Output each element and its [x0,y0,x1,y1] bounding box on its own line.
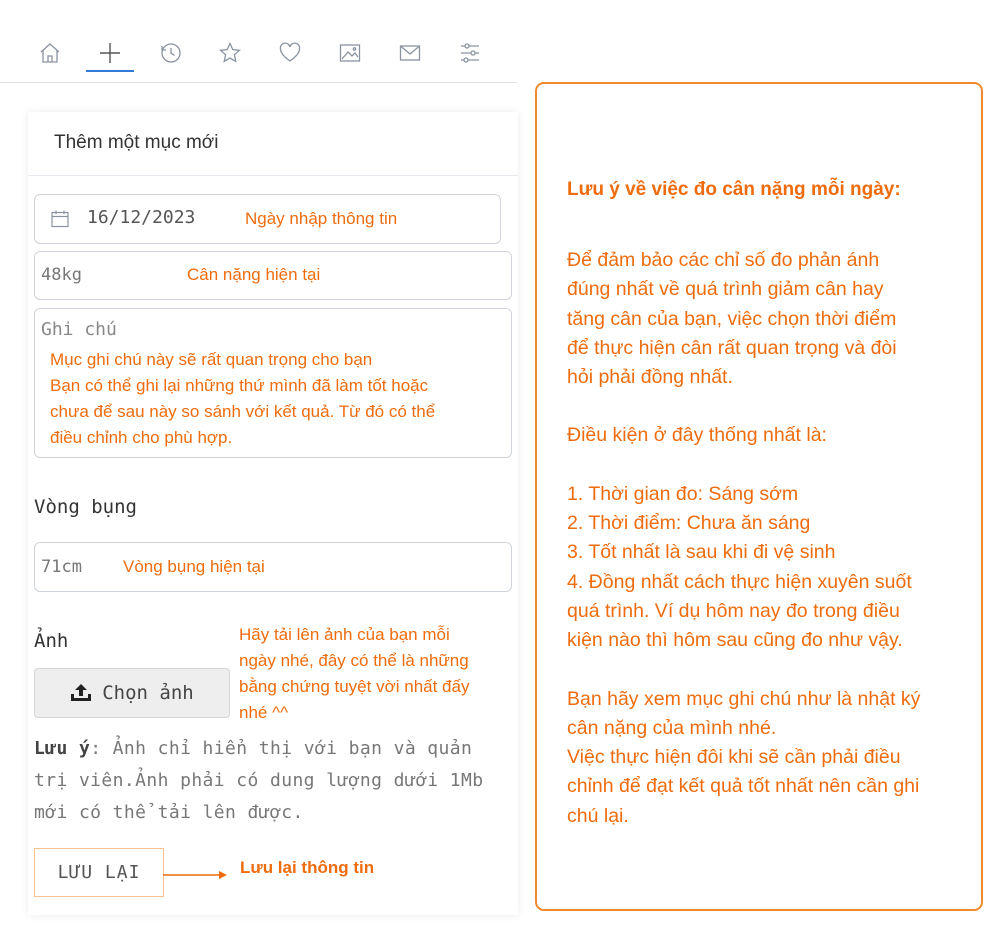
mail-icon[interactable] [395,38,425,68]
photo-annotation-line: Hãy tải lên ảnh của bạn mỗi [239,625,450,644]
tips-title: Lưu ý về việc đo cân nặng mỗi ngày: [567,179,901,200]
tips-line: Để đảm bảo các chỉ số đo phản ánh [567,249,880,271]
waist-label: Vòng bụng [34,496,137,518]
condition-item: kiện nào thì hôm sau cũng đo như vậy. [567,629,903,652]
notes-annotation: Mục ghi chú này sẽ rất quan trọng cho bạ… [50,347,435,451]
photo-annotation-line: ngày nhé, đây có thể là những [239,651,469,670]
photo-annotation-line: nhé ^^ [239,703,289,722]
condition-item: quá trình. Ví dụ hôm nay đo trong điều [567,599,900,622]
tips-line: để thực hiện cân rất quan trọng và đòi [567,336,897,359]
notes-annotation-line: Mục ghi chú này sẽ rất quan trọng cho bạ… [50,350,373,369]
waist-annotation: Vòng bụng hiện tại [123,557,265,576]
top-nav [0,0,517,83]
heart-icon[interactable] [275,38,305,68]
notes-annotation-line: điều chỉnh cho phù hợp. [50,428,233,447]
warning-text: : Ảnh chỉ hiển thị với bạn và quản trị v… [34,738,484,823]
choose-photo-label: Chọn ảnh [102,682,194,704]
date-field[interactable]: 16/12/2023 Ngày nhập thông tin [34,194,501,244]
plus-icon[interactable] [95,38,125,68]
tips-body: Để đảm bảo các chỉ số đo phản ánh đúng n… [567,246,982,831]
condition-item: 1. Thời gian đo: Sáng sớm [567,482,799,505]
save-annotation: Lưu lại thông tin [240,858,375,877]
tips-line: Việc thực hiện đôi khi sẽ cần phải điều [567,746,901,769]
conditions-title: Điều kiện ở đây thống nhất là: [567,424,827,447]
notes-textarea[interactable]: Ghi chú Mục ghi chú này sẽ rất quan trọn… [34,308,512,458]
weight-value: 48kg [41,265,82,285]
active-tab-indicator [86,70,134,72]
waist-value: 71cm [41,557,82,577]
weight-field[interactable]: 48kg Cân nặng hiện tại [34,251,512,300]
choose-photo-button[interactable]: Chọn ảnh [34,668,230,718]
weight-annotation: Cân nặng hiện tại [187,265,321,284]
notes-annotation-line: Bạn có thể ghi lại những thứ mình đã làm… [50,376,429,395]
weighing-tips-panel: Lưu ý về việc đo cân nặng mỗi ngày: Để đ… [535,82,983,911]
tips-line: Bạn hãy xem mục ghi chú như là nhật ký [567,687,921,710]
photo-annotation: Hãy tải lên ảnh của bạn mỗi ngày nhé, đâ… [239,622,514,726]
tips-line: hỏi phải đồng nhất. [567,366,733,389]
upload-icon [71,684,92,701]
warning-bold: Lưu ý [34,738,91,759]
notes-placeholder: Ghi chú [41,319,117,340]
divider [28,175,518,176]
tips-line: cân nặng của mình nhé. [567,716,777,739]
settings-sliders-icon[interactable] [455,38,485,68]
home-icon[interactable] [35,38,65,68]
history-icon[interactable] [156,38,186,68]
waist-field[interactable]: 71cm Vòng bụng hiện tại [34,542,512,592]
new-entry-card: Thêm một mục mới 16/12/2023 Ngày nhập th… [28,112,518,915]
notes-annotation-line: chưa để sau này so sánh với kết quả. Từ … [50,402,436,421]
condition-item: 4. Đồng nhất cách thực hiện xuyên suốt [567,570,912,593]
save-button[interactable]: LƯU LẠI [34,848,164,897]
tips-line: đúng nhất về quá trình giảm cân hay [567,278,884,301]
image-icon[interactable] [335,38,365,68]
photo-annotation-line: bằng chứng tuyệt vời nhất đấy [239,677,470,696]
calendar-icon [51,210,69,228]
card-title: Thêm một mục mới [54,132,219,153]
star-icon[interactable] [215,38,245,68]
date-value: 16/12/2023 [87,207,196,228]
condition-item: 2. Thời điểm: Chưa ăn sáng [567,512,811,535]
photo-warning: Lưu ý: Ảnh chỉ hiển thị với bạn và quản … [34,733,512,829]
date-annotation: Ngày nhập thông tin [245,209,398,228]
condition-item: 3. Tốt nhất là sau khi đi vệ sinh [567,541,836,564]
tips-line: chú lại. [567,804,629,827]
tips-line: tăng cân của bạn, việc chọn thời điểm [567,307,897,330]
photo-label: Ảnh [34,630,69,652]
tips-line: chỉnh để đạt kết quả tốt nhất nên cần gh… [567,775,920,798]
